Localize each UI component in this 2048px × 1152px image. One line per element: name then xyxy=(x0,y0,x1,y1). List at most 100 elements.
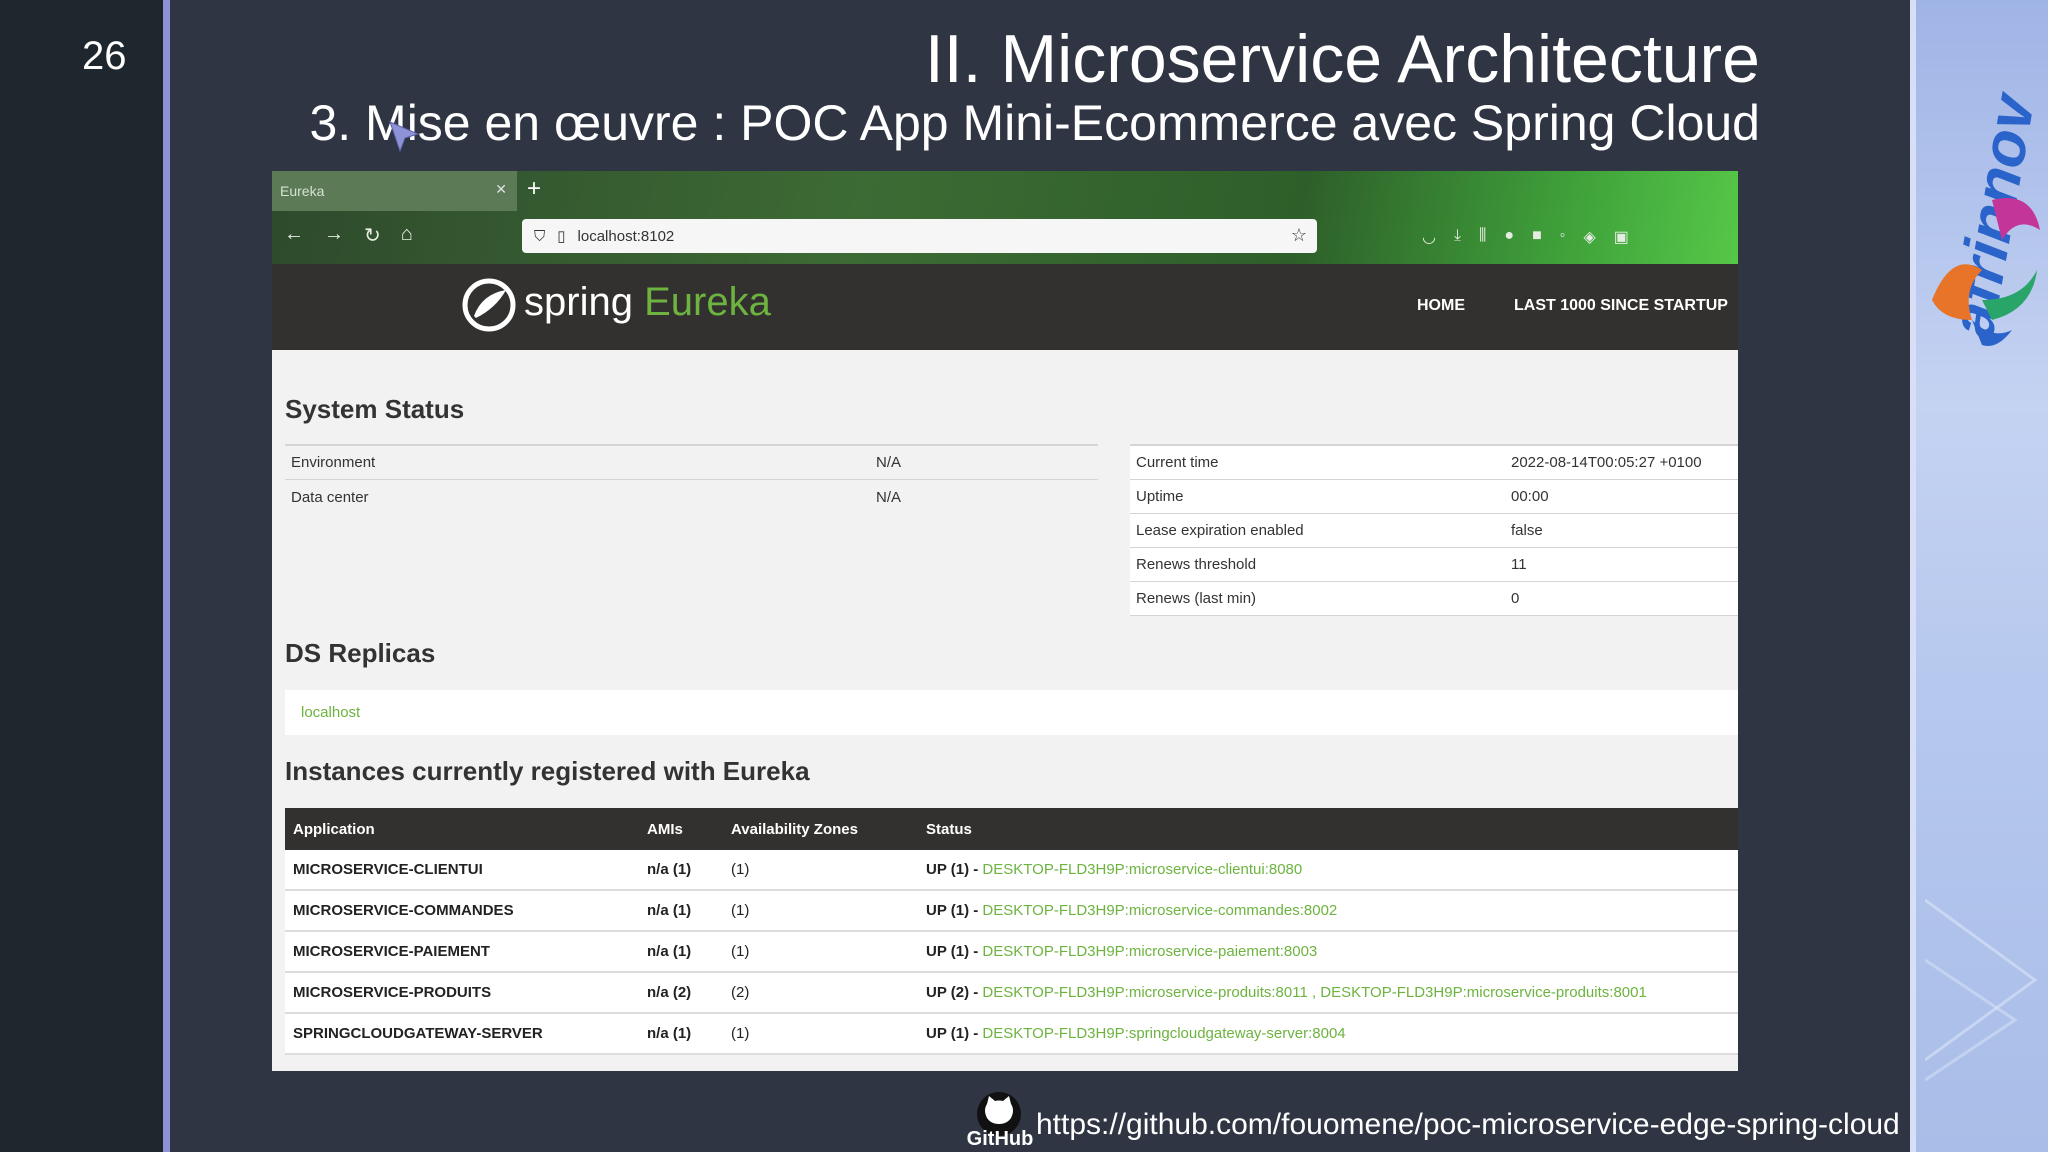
col-application: Application xyxy=(293,820,375,838)
pointer-cursor-icon xyxy=(389,121,420,153)
brand-eureka: Eureka xyxy=(644,280,771,324)
menu-icon[interactable]: ▣ xyxy=(1614,227,1629,247)
status-up: UP (1) - xyxy=(926,861,983,878)
reload-icon[interactable]: ↻ xyxy=(364,223,381,248)
slide-number: 26 xyxy=(82,34,127,78)
slide-subtitle: 3. Mise en œuvre : POC App Mini-Ecommerc… xyxy=(309,95,1760,151)
app-name: MICROSERVICE-CLIENTUI xyxy=(293,861,483,878)
app-name: MICROSERVICE-PAIEMENT xyxy=(293,943,490,960)
table-row: MICROSERVICE-CLIENTUI n/a (1) (1) UP (1)… xyxy=(285,850,1738,891)
eureka-header: spring Eureka HOME LAST 1000 SINCE START… xyxy=(272,264,1738,350)
status-table-right: Current time 2022-08-14T00:05:27 +0100 U… xyxy=(1130,444,1738,616)
app-zones: (2) xyxy=(731,984,750,1001)
home-icon[interactable]: ⌂ xyxy=(401,223,413,248)
app-amis: n/a (1) xyxy=(647,902,692,919)
brand-spring: spring xyxy=(524,280,633,324)
url-bar[interactable]: ⛉ ▯ localhost:8102 ☆ xyxy=(522,219,1317,253)
tab-title: Eureka xyxy=(280,183,325,199)
back-icon[interactable]: ← xyxy=(284,223,304,248)
status-value: false xyxy=(1511,522,1543,539)
status-key: Renews threshold xyxy=(1136,556,1257,573)
status-key: Lease expiration enabled xyxy=(1136,522,1304,539)
status-up: UP (1) - xyxy=(926,902,983,919)
status-key: Data center xyxy=(291,488,369,506)
tab-close-icon[interactable]: ✕ xyxy=(495,181,507,198)
afrinnov-logo-icon: afrinnov xyxy=(1932,86,2048,346)
app-name: MICROSERVICE-PRODUITS xyxy=(293,984,492,1001)
instance-link[interactable]: DESKTOP-FLD3H9P:microservice-paiement:80… xyxy=(982,943,1317,960)
col-status: Status xyxy=(926,820,972,838)
app-zones: (1) xyxy=(731,943,750,960)
status-row: Lease expiration enabled false xyxy=(1130,514,1738,548)
app-name: SPRINGCLOUDGATEWAY-SERVER xyxy=(293,1025,543,1042)
instances-table: Application AMIs Availability Zones Stat… xyxy=(285,808,1738,1055)
status-row: Data center N/A xyxy=(285,480,1098,514)
bookmark-star-icon[interactable]: ☆ xyxy=(1291,225,1307,246)
browser-chrome: Eureka ✕ + ← → ↻ ⌂ ⛉ ▯ localhost:8102 ☆ … xyxy=(272,171,1738,264)
status-row: Environment N/A xyxy=(285,446,1098,480)
app-status: UP (1) - DESKTOP-FLD3H9P:springcloudgate… xyxy=(926,1025,1738,1042)
left-accent-rule xyxy=(163,0,170,1152)
url-text: localhost:8102 xyxy=(577,227,675,245)
nav-last-1000-link[interactable]: LAST 1000 SINCE STARTUP xyxy=(1514,297,1728,315)
status-value: 11 xyxy=(1511,556,1527,573)
ds-replicas-heading: DS Replicas xyxy=(285,638,436,668)
status-value: 0 xyxy=(1511,590,1520,607)
system-status-heading: System Status xyxy=(285,394,465,424)
spring-logo-icon xyxy=(462,278,516,332)
status-table-left: Environment N/A Data center N/A xyxy=(285,444,1098,514)
app-name: MICROSERVICE-COMMANDES xyxy=(293,902,514,919)
instance-link[interactable]: DESKTOP-FLD3H9P:microservice-produits:80… xyxy=(982,984,1646,1001)
status-row: Renews threshold 11 xyxy=(1130,548,1738,582)
table-row: SPRINGCLOUDGATEWAY-SERVER n/a (1) (1) UP… xyxy=(285,1014,1738,1055)
sync-icon[interactable]: ◦ xyxy=(1560,227,1566,247)
shield-addon-icon[interactable]: ◈ xyxy=(1583,227,1595,247)
app-amis: n/a (1) xyxy=(647,1025,692,1042)
table-row: MICROSERVICE-PRODUITS n/a (2) (2) UP (2)… xyxy=(285,973,1738,1014)
app-amis: n/a (2) xyxy=(647,984,692,1001)
forward-icon[interactable]: → xyxy=(324,223,344,248)
status-value: 2022-08-14T00:05:27 +0100 xyxy=(1511,454,1702,471)
status-value: N/A xyxy=(876,488,902,506)
app-zones: (1) xyxy=(731,902,750,919)
new-tab-icon[interactable]: + xyxy=(527,175,541,203)
instances-table-header: Application AMIs Availability Zones Stat… xyxy=(285,808,1738,850)
library-icon[interactable]: ⫼ xyxy=(1479,227,1486,247)
github-repo-link[interactable]: https://github.com/fouomene/poc-microser… xyxy=(1036,1108,1900,1142)
app-amis: n/a (1) xyxy=(647,943,692,960)
nav-home-link[interactable]: HOME xyxy=(1417,297,1465,315)
status-row: Current time 2022-08-14T00:05:27 +0100 xyxy=(1130,446,1738,480)
browser-toolbar-icons: ◡ ⤓ ⫼ ● ■ ◦ ◈ ▣ xyxy=(1422,227,1629,247)
status-value: 00:00 xyxy=(1511,488,1549,505)
addon-icon[interactable]: ■ xyxy=(1532,227,1542,247)
table-row: MICROSERVICE-COMMANDES n/a (1) (1) UP (1… xyxy=(285,891,1738,932)
status-row: Uptime 00:00 xyxy=(1130,480,1738,514)
status-up: UP (1) - xyxy=(926,1025,983,1042)
col-amis: AMIs xyxy=(647,820,683,838)
instance-link[interactable]: DESKTOP-FLD3H9P:microservice-clientui:80… xyxy=(982,861,1302,878)
github-label: GitHub xyxy=(966,1128,1034,1150)
app-zones: (1) xyxy=(731,861,750,878)
status-value: N/A xyxy=(876,454,902,471)
app-status: UP (2) - DESKTOP-FLD3H9P:microservice-pr… xyxy=(926,984,1738,1001)
instance-link[interactable]: DESKTOP-FLD3H9P:microservice-commandes:8… xyxy=(982,902,1337,919)
status-up: UP (1) - xyxy=(926,943,983,960)
status-key: Renews (last min) xyxy=(1136,590,1257,607)
instances-heading: Instances currently registered with Eure… xyxy=(285,756,810,786)
app-status: UP (1) - DESKTOP-FLD3H9P:microservice-co… xyxy=(926,902,1738,919)
slide-title: II. Microservice Architecture xyxy=(924,21,1760,97)
app-status: UP (1) - DESKTOP-FLD3H9P:microservice-pa… xyxy=(926,943,1738,960)
col-availability-zones: Availability Zones xyxy=(731,820,858,838)
replica-link[interactable]: localhost xyxy=(285,690,1738,735)
instance-link[interactable]: DESKTOP-FLD3H9P:springcloudgateway-serve… xyxy=(982,1025,1345,1042)
browser-nav-buttons: ← → ↻ ⌂ xyxy=(284,223,413,248)
status-key: Environment xyxy=(291,454,376,471)
browser-tab[interactable]: Eureka ✕ xyxy=(272,171,517,211)
status-up: UP (2) - xyxy=(926,984,983,1001)
pocket-icon[interactable]: ◡ xyxy=(1422,227,1436,247)
page-icon: ▯ xyxy=(557,228,566,245)
app-status: UP (1) - DESKTOP-FLD3H9P:microservice-cl… xyxy=(926,861,1738,878)
download-icon[interactable]: ⤓ xyxy=(1454,227,1461,247)
chevron-decor-icon xyxy=(1925,898,2038,1082)
extension-icon[interactable]: ● xyxy=(1504,227,1514,247)
